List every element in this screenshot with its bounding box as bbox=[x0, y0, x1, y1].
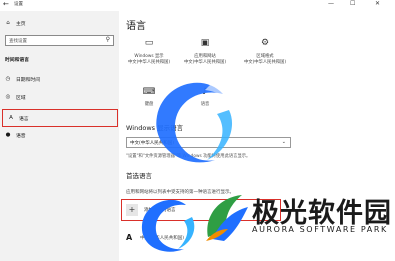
sidebar-item-region[interactable]: ◎ 区域 bbox=[0, 90, 119, 104]
close-button[interactable]: ✕ bbox=[375, 0, 380, 7]
page-title: 语言 bbox=[126, 21, 146, 32]
date-format-icon: ⚙ bbox=[260, 38, 270, 48]
watermark-logo-subtitle: AURORA SOFTWARE PARK bbox=[252, 225, 388, 234]
language-icon: A bbox=[9, 115, 13, 121]
settings-window: ← 设置 — ☐ ✕ ⌂ 主页 查找设置 ⚲ 时间和语言 ◷ 日期和时间 ◎ 区… bbox=[0, 0, 395, 261]
clock-icon: ◷ bbox=[5, 76, 11, 82]
watermark-swirl-small-icon bbox=[141, 199, 195, 252]
search-placeholder: 查找设置 bbox=[9, 39, 27, 44]
sidebar-item-label: 区域 bbox=[16, 95, 26, 101]
sidebar-item-language[interactable]: A 语言 bbox=[2, 109, 118, 127]
tile-label: Windows 显示 中文(中华人民共和国) bbox=[127, 54, 171, 65]
language-glyph-icon: A bbox=[126, 233, 133, 242]
sidebar-item-label: 语言 bbox=[19, 116, 29, 122]
maximize-button[interactable]: ☐ bbox=[350, 0, 355, 7]
sidebar-item-label: 日期和时间 bbox=[16, 77, 40, 83]
monitor-icon: ▭ bbox=[144, 38, 154, 48]
plus-icon: + bbox=[126, 204, 138, 216]
home-icon: ⌂ bbox=[6, 20, 10, 26]
sidebar-item-date-time[interactable]: ◷ 日期和时间 bbox=[0, 72, 119, 86]
title-bar: ← 设置 — ☐ ✕ bbox=[0, 0, 395, 11]
sidebar: ⌂ 主页 查找设置 ⚲ 时间和语言 ◷ 日期和时间 ◎ 区域 A 语言 ● 语音 bbox=[0, 11, 119, 261]
aurora-logo-icon bbox=[206, 195, 248, 241]
microphone-icon: ● bbox=[5, 132, 11, 138]
preferred-languages-heading: 首选语言 bbox=[126, 172, 152, 180]
sidebar-item-home[interactable]: ⌂ 主页 bbox=[0, 16, 119, 30]
tile-label: 区域格式 中文(中华人民共和国) bbox=[243, 54, 287, 65]
region-icon: ◎ bbox=[5, 94, 11, 100]
back-arrow-icon[interactable]: ← bbox=[3, 0, 9, 8]
window-title: 设置 bbox=[14, 2, 23, 7]
sidebar-item-speech[interactable]: ● 语音 bbox=[0, 128, 119, 142]
chevron-down-icon: ⌄ bbox=[281, 139, 286, 145]
sidebar-item-label: 主页 bbox=[16, 21, 26, 27]
apps-icon: ▣ bbox=[200, 38, 210, 48]
sidebar-item-label: 语音 bbox=[16, 133, 26, 139]
section-title: 时间和语言 bbox=[5, 58, 29, 63]
watermark-logo: 极光软件园 AURORA SOFTWARE PARK bbox=[202, 189, 392, 247]
search-icon[interactable]: ⚲ bbox=[106, 36, 110, 43]
watermark-swirl-icon bbox=[156, 80, 240, 163]
search-input[interactable]: 查找设置 ⚲ bbox=[5, 35, 114, 46]
minimize-button[interactable]: — bbox=[328, 0, 334, 7]
tile-label: 应用和网站 中文(中华人民共和国) bbox=[183, 54, 227, 65]
